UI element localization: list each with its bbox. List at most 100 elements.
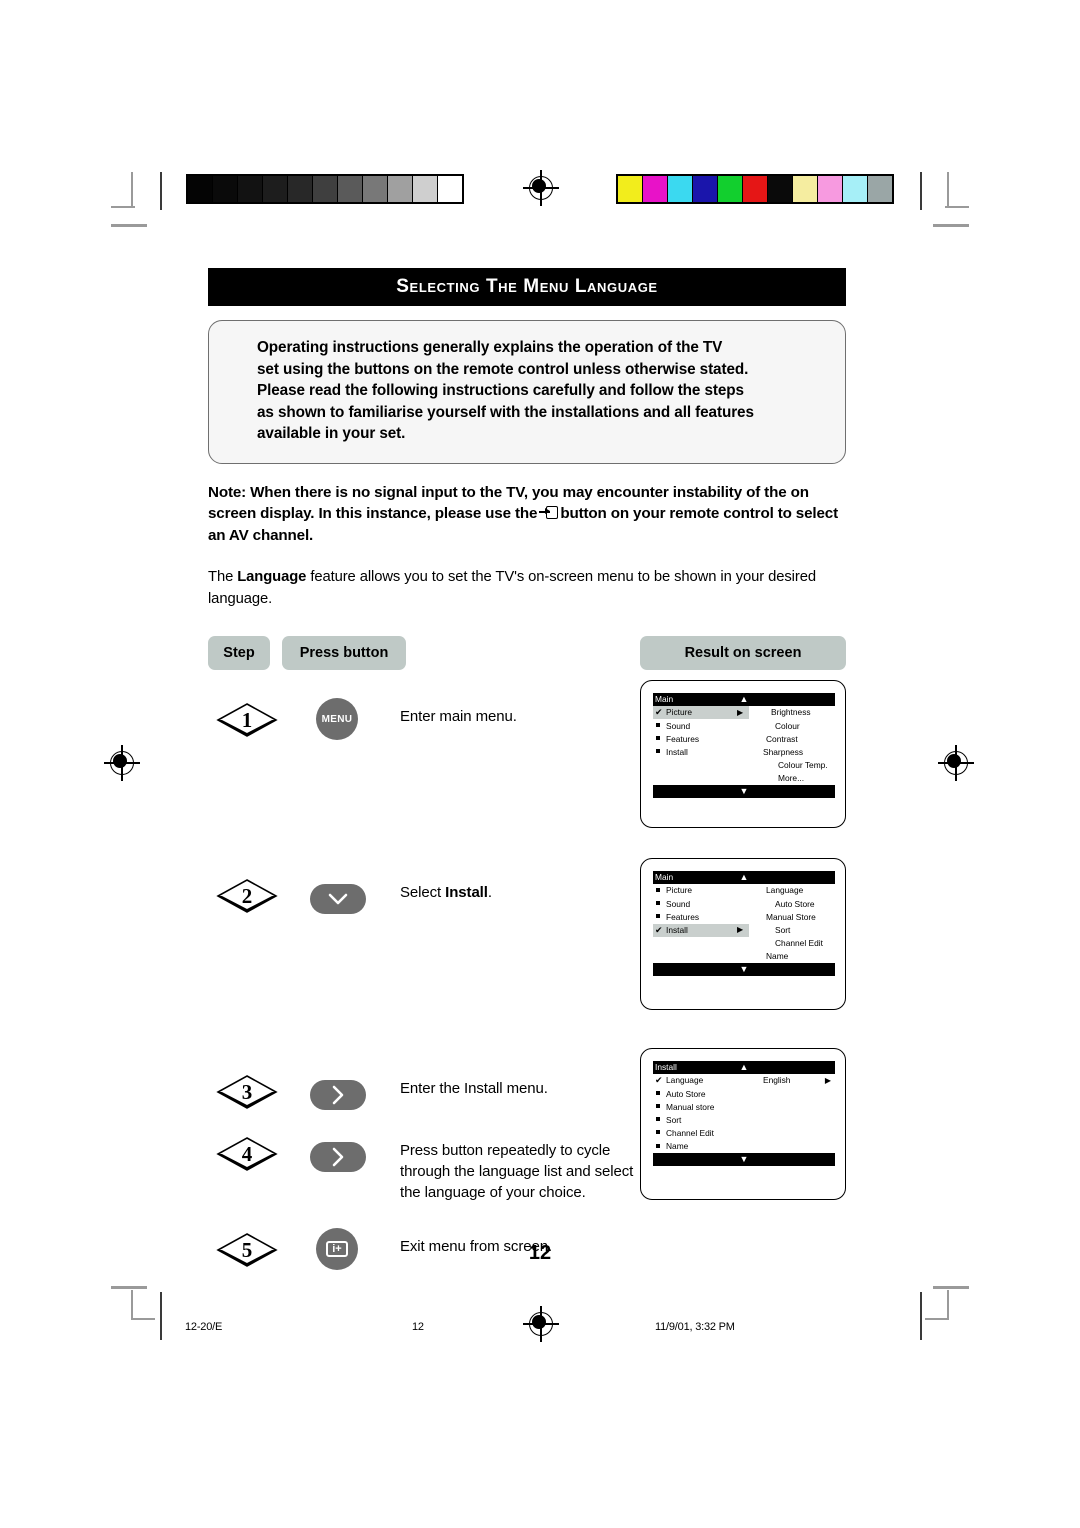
language-feature-paragraph: The Language feature allows you to set t… — [208, 566, 846, 610]
osd-menu: Main ▲ ✔ Picture ▶ Brightness Sound Colour Featu… — [653, 693, 835, 799]
page-number: 12 — [528, 1242, 552, 1264]
osd-item-left: Sound — [653, 719, 749, 732]
osd-submenu-item[interactable]: Language — [766, 886, 803, 895]
osd-menu-item[interactable]: Name — [653, 1140, 835, 1153]
chevron-down-icon[interactable] — [310, 884, 366, 914]
scroll-down-arrow-icon[interactable]: ▼ — [740, 1155, 749, 1164]
calibration-swatch — [818, 176, 842, 202]
chevron-right-icon[interactable] — [310, 1142, 366, 1172]
osd-menu-item[interactable]: Colour Temp. — [653, 759, 835, 772]
osd-submenu-item[interactable]: Contrast — [766, 734, 798, 743]
osd-menu-item[interactable]: ✔ Language English ▶ — [653, 1074, 835, 1088]
osd-submenu-item[interactable]: Brightness — [771, 708, 811, 717]
osd-item-label: Auto Store — [666, 1088, 706, 1099]
checkmark-icon: ✔ — [655, 924, 663, 935]
osd-menu-item[interactable]: Sound Auto Store — [653, 897, 835, 910]
osd-item-left: ✔ Install — [653, 923, 749, 937]
crop-mark-top-right-h2 — [933, 224, 969, 227]
footer-center: 12 — [412, 1321, 424, 1333]
bullet-square-icon — [655, 722, 666, 730]
osd-submenu-item[interactable]: Colour — [775, 721, 800, 730]
osd-menu-item[interactable]: ✔ Picture ▶ Brightness — [653, 706, 835, 720]
calibration-swatch — [618, 176, 642, 202]
osd-submenu-item[interactable]: Manual Store — [766, 912, 816, 921]
calibration-swatch — [413, 176, 437, 202]
intro-line-5: available in your set. — [257, 425, 406, 442]
crop-mark-bottom-left-v — [131, 1290, 133, 1320]
osd-menu-item[interactable]: ✔ Install ▶ Sort — [653, 923, 835, 937]
bullet-square-icon — [655, 1090, 666, 1098]
scroll-up-arrow-icon[interactable]: ▲ — [740, 1063, 749, 1072]
header-press-button: Press button — [282, 636, 406, 670]
calibration-swatch — [363, 176, 387, 202]
scroll-up-arrow-icon[interactable]: ▲ — [740, 873, 749, 882]
osd-menu-item[interactable]: Name — [653, 950, 835, 963]
osd-item-label: Features — [666, 733, 700, 744]
osd-item-label: Picture — [666, 885, 693, 896]
scroll-down-arrow-icon[interactable]: ▼ — [740, 965, 749, 974]
osd-menu-item[interactable]: Features Manual Store — [653, 910, 835, 923]
osd-menu-item[interactable]: Manual store — [653, 1100, 835, 1113]
osd-menu-item[interactable]: Channel Edit — [653, 937, 835, 950]
menu-button-icon[interactable]: MENU — [316, 698, 358, 740]
calibration-swatch — [693, 176, 717, 202]
osd-item-left: Sound — [653, 897, 749, 910]
crop-mark-bottom-right-h — [933, 1286, 969, 1289]
osd-menu-item[interactable]: Features Contrast — [653, 732, 835, 745]
value-next-arrow-icon[interactable]: ▶ — [825, 1076, 831, 1085]
osd-item-label: Language — [666, 1075, 704, 1086]
osd-item-value[interactable]: English — [763, 1076, 790, 1085]
tv-screen-mockup: Main ▲ ✔ Picture ▶ Brightness Sound Colour Featu… — [640, 680, 846, 828]
intro-line-3: Please read the following instructions c… — [257, 382, 744, 399]
crop-mark-top-right-v — [947, 172, 949, 208]
step-text-after: . — [487, 884, 492, 901]
lang-para-before: The — [208, 569, 238, 585]
osd-footer-bar: ▼ — [653, 785, 835, 799]
osd-submenu-item[interactable]: Auto Store — [775, 899, 815, 908]
osd-item-label: Name — [666, 1141, 689, 1152]
osd-menu-item[interactable]: More... — [653, 772, 835, 785]
intro-line-4: as shown to familiarise yourself with th… — [257, 403, 754, 421]
bullet-square-icon — [655, 900, 666, 908]
osd-menu-item[interactable]: Auto Store — [653, 1087, 835, 1100]
osd-submenu-item[interactable]: Name — [766, 952, 788, 961]
osd-item-label: Features — [666, 911, 700, 922]
osd-menu-item[interactable]: Install Sharpness — [653, 746, 835, 759]
osd-item-left — [653, 772, 749, 785]
checkmark-icon: ✔ — [655, 1075, 663, 1086]
bullet-square-icon — [655, 1116, 666, 1124]
osd-footer-bar: ▼ — [653, 1153, 835, 1167]
calibration-swatch — [238, 176, 262, 202]
osd-row-list: ✔ Language English ▶ Auto Store Manual store S… — [653, 1074, 835, 1153]
osd-header-bar: Main ▲ — [653, 871, 835, 884]
bullet-square-icon — [655, 748, 666, 756]
intro-line-2: set using the buttons on the remote cont… — [257, 360, 749, 378]
crop-mark-bottom-left-h2 — [131, 1318, 155, 1320]
osd-menu-item[interactable]: Picture Language — [653, 884, 835, 897]
scroll-up-arrow-icon[interactable]: ▲ — [740, 695, 749, 704]
trim-line-right-bottom — [920, 1292, 922, 1340]
osd-item-left: Auto Store — [653, 1087, 749, 1100]
osd-item-left: Features — [653, 910, 749, 923]
color-calibration-bar — [616, 174, 894, 204]
osd-item-left: Sort — [653, 1114, 749, 1127]
osd-header-label: Install — [655, 1062, 677, 1073]
osd-submenu-item[interactable]: Sharpness — [763, 748, 803, 757]
osd-submenu-item[interactable]: Sort — [775, 926, 790, 935]
chevron-right-icon[interactable] — [310, 1080, 366, 1110]
osd-menu-item[interactable]: Channel Edit — [653, 1127, 835, 1140]
registration-mark-top — [523, 170, 559, 206]
calibration-swatch — [743, 176, 767, 202]
osd-submenu-item[interactable]: Channel Edit — [775, 939, 823, 948]
osd-menu-item[interactable]: Sort — [653, 1114, 835, 1127]
osd-item-left: Channel Edit — [653, 1127, 749, 1140]
bullet-square-icon — [655, 1143, 666, 1151]
step-instruction-text: Press button repeatedly to cycle through… — [400, 1142, 634, 1201]
osd-submenu-item[interactable]: Colour Temp. — [778, 761, 828, 770]
osd-menu-item[interactable]: Sound Colour — [653, 719, 835, 732]
page-content: Selecting the Menu Language Operating in… — [208, 268, 846, 1320]
osd-item-left: ✔ Language — [653, 1074, 749, 1087]
calibration-swatch — [793, 176, 817, 202]
osd-submenu-item[interactable]: More... — [778, 774, 804, 783]
scroll-down-arrow-icon[interactable]: ▼ — [740, 787, 749, 796]
